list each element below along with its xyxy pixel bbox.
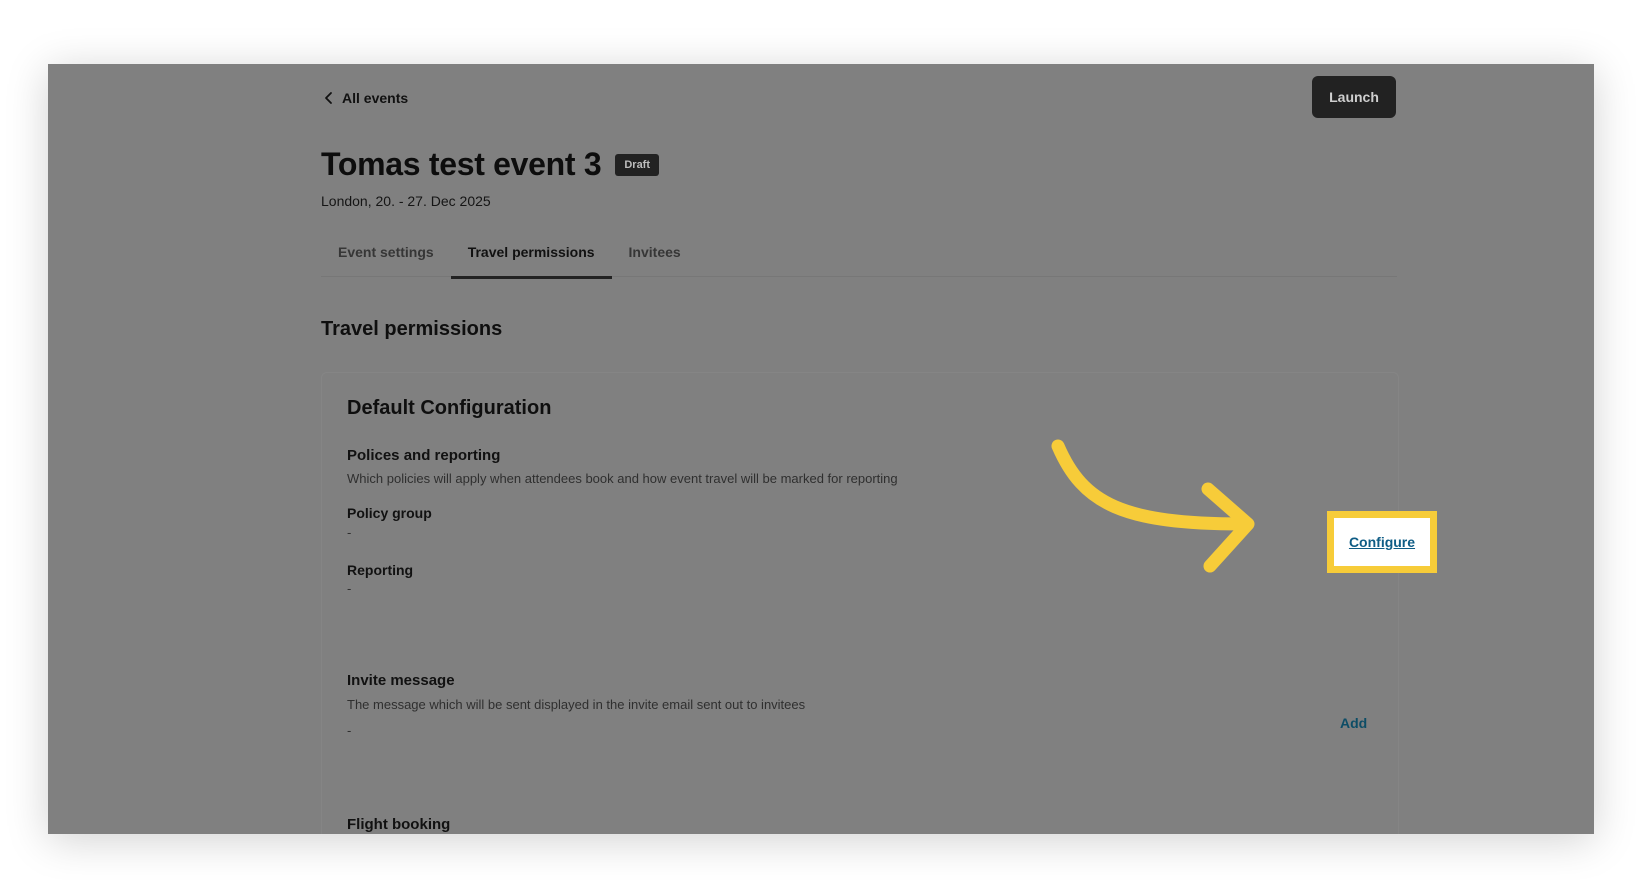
tab-bar: Event settings Travel permissions Invite… <box>321 230 1397 279</box>
page-title: Tomas test event 3 <box>321 146 602 182</box>
invite-message-value: - <box>347 723 352 738</box>
tab-event-settings[interactable]: Event settings <box>321 230 451 276</box>
back-link-label: All events <box>342 90 409 106</box>
invite-message-label: Invite message <box>347 672 455 689</box>
tab-travel-permissions[interactable]: Travel permissions <box>450 230 612 279</box>
tab-invitees[interactable]: Invitees <box>612 230 698 276</box>
configure-link[interactable]: Configure <box>1349 534 1415 550</box>
reporting-label: Reporting <box>347 562 414 578</box>
policies-reporting-description: Which policies will apply when attendees… <box>347 471 898 486</box>
launch-button[interactable]: Launch <box>1312 76 1396 118</box>
card-title: Default Configuration <box>347 397 552 419</box>
status-badge: Draft <box>615 153 660 176</box>
policy-group-value: - <box>347 525 352 540</box>
app-window: All events Launch Tomas test event 3 Dra… <box>48 64 1594 834</box>
chevron-left-icon <box>325 92 332 104</box>
configure-highlight-box[interactable]: Configure <box>1327 511 1437 573</box>
invite-message-description: The message which will be sent displayed… <box>347 697 806 712</box>
flight-booking-label: Flight booking <box>347 816 451 833</box>
reporting-value: - <box>347 581 352 596</box>
section-heading: Travel permissions <box>321 318 503 340</box>
event-location-dates: London, 20. - 27. Dec 2025 <box>321 193 491 209</box>
default-configuration-card: Default Configuration Polices and report… <box>321 372 1437 834</box>
add-invite-message-link[interactable]: Add <box>1340 715 1367 731</box>
policy-group-label: Policy group <box>347 505 432 521</box>
policies-reporting-label: Polices and reporting <box>347 447 501 464</box>
event-title-row: Tomas test event 3 Draft <box>321 146 660 183</box>
back-to-all-events-link[interactable]: All events <box>322 90 408 106</box>
